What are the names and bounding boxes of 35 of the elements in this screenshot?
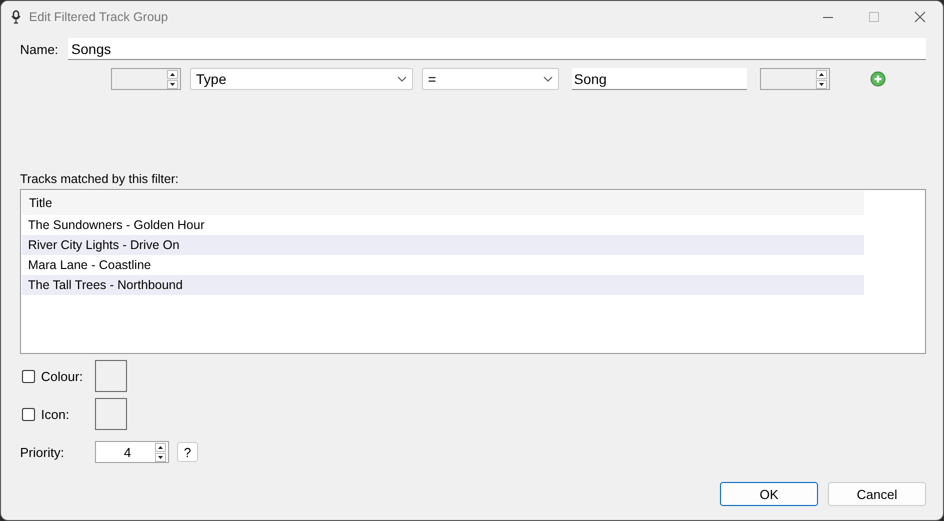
track-row[interactable]: The Tall Trees - Northbound (22, 275, 864, 295)
name-field[interactable]: Songs (68, 38, 926, 60)
priority-field[interactable]: 4 (95, 441, 169, 463)
spin-down-icon[interactable] (155, 452, 166, 462)
chevron-down-icon (543, 76, 553, 82)
list-label: Tracks matched by this filter: (20, 172, 180, 186)
spin-field[interactable] (760, 68, 830, 90)
swatch-box[interactable] (95, 360, 127, 392)
dialog-button[interactable]: Cancel (828, 482, 926, 506)
track-row[interactable]: The Sundowners - Golden Hour (22, 215, 864, 235)
spin-up-icon[interactable] (155, 442, 166, 452)
track-row[interactable]: River City Lights - Drive On (22, 235, 864, 255)
column-header[interactable]: Title (22, 191, 864, 215)
field-dropdown[interactable]: Type (190, 68, 413, 90)
help-button[interactable]: ? (177, 442, 198, 462)
add-icon[interactable] (870, 71, 886, 87)
name-label: Name: (20, 42, 58, 56)
option-label: Colour: (41, 368, 83, 384)
spin-field[interactable] (111, 68, 181, 90)
microphone-icon (11, 10, 21, 24)
spin-down-icon[interactable] (167, 80, 178, 88)
operator-dropdown[interactable]: = (422, 68, 559, 90)
checkbox[interactable] (22, 370, 35, 382)
track-row[interactable]: Mara Lane - Coastline (22, 255, 864, 275)
option-label: Icon: (41, 406, 70, 422)
value-field[interactable]: Song (572, 68, 747, 90)
spin-up-icon[interactable] (816, 70, 827, 78)
checkbox[interactable] (22, 408, 35, 420)
spin-down-icon[interactable] (816, 80, 827, 88)
swatch-box[interactable] (95, 398, 127, 430)
window-title: Edit Filtered Track Group (29, 10, 169, 24)
default-button[interactable]: OK (720, 482, 818, 506)
chevron-down-icon (397, 76, 407, 82)
spin-up-icon[interactable] (167, 70, 178, 78)
priority-label: Priority: (20, 444, 66, 460)
